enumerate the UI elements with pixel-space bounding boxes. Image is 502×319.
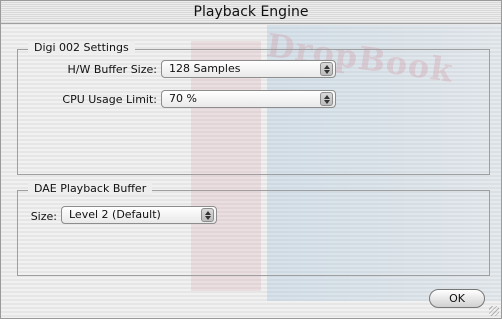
group-label: Digi 002 Settings — [28, 41, 135, 54]
ok-button[interactable]: OK — [429, 289, 485, 308]
cpu-usage-limit-popup[interactable]: 70 % — [161, 90, 336, 108]
popup-arrows-icon — [320, 92, 333, 106]
dae-playback-buffer-group: DAE Playback Buffer — [17, 182, 490, 276]
dae-buffer-size-popup[interactable]: Level 2 (Default) — [61, 206, 217, 224]
popup-arrows-icon — [201, 208, 214, 222]
popup-arrows-icon — [320, 62, 333, 76]
cpu-usage-limit-value: 70 % — [169, 92, 197, 105]
window-title: Playback Engine — [1, 1, 501, 24]
playback-engine-window: Playback Engine DropBook Digi 002 Settin… — [0, 0, 502, 319]
dae-buffer-size-value: Level 2 (Default) — [69, 208, 161, 221]
size-label: Size: — [30, 210, 57, 223]
resize-grip-icon[interactable] — [489, 306, 499, 316]
hw-buffer-size-value: 128 Samples — [169, 62, 241, 75]
group-label: DAE Playback Buffer — [28, 182, 153, 195]
hw-buffer-size-label: H/W Buffer Size: — [67, 63, 157, 76]
cpu-usage-limit-label: CPU Usage Limit: — [62, 93, 157, 106]
hw-buffer-size-popup[interactable]: 128 Samples — [161, 60, 336, 78]
